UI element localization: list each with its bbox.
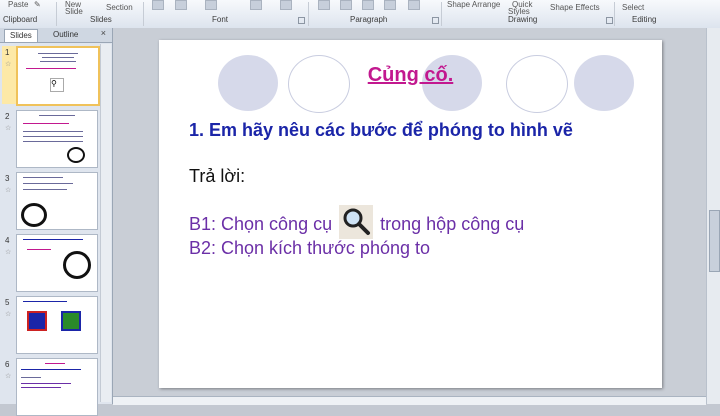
group-editing: Editing <box>632 15 657 24</box>
drawing-launcher[interactable] <box>606 17 613 24</box>
align-right-button[interactable] <box>362 0 374 10</box>
slide-thumb-5[interactable]: 5 ☆ <box>2 296 98 354</box>
tab-slides[interactable]: Slides <box>4 29 38 42</box>
select-button[interactable]: Select <box>622 3 644 12</box>
paste-icon[interactable]: ✎ <box>34 0 41 9</box>
close-icon[interactable]: × <box>101 28 106 38</box>
shape-arrange-button[interactable]: Shape Arrange <box>447 0 500 9</box>
slide-thumb-1[interactable]: 1 ☆ ⚲ <box>2 46 100 106</box>
font-italic-button[interactable] <box>175 0 187 10</box>
pane-tabs: Slides Outline × <box>0 28 112 43</box>
scroll-thumb[interactable] <box>709 210 720 272</box>
slide-title[interactable]: Củng cố. <box>159 64 662 87</box>
group-clipboard: Clipboard <box>3 15 38 24</box>
pane-scrollbar[interactable] <box>100 44 111 402</box>
paste-button[interactable]: Paste <box>8 0 28 9</box>
font-launcher[interactable] <box>298 17 305 24</box>
new-slide-sub[interactable]: Slide <box>65 7 83 16</box>
shape-effects-button[interactable]: Shape Effects <box>550 3 600 12</box>
star-icon: ☆ <box>5 61 12 68</box>
font-color-button[interactable] <box>250 0 262 10</box>
step-1-pre: B1: Chọn công cụ <box>189 213 333 234</box>
font-size-button[interactable] <box>280 0 292 10</box>
paragraph-launcher[interactable] <box>432 17 439 24</box>
slides-pane: Slides Outline × 1 ☆ ⚲ 2 ☆ 3 ☆ 4 ☆ 5 ☆ 6… <box>0 28 113 416</box>
font-underline-button[interactable] <box>205 0 217 10</box>
answer-label[interactable]: Trả lời: <box>189 166 245 187</box>
slide-thumb-2[interactable]: 2 ☆ <box>2 110 98 168</box>
ribbon: Paste ✎ New Slide Section Clipboard Slid… <box>0 0 720 29</box>
question-text[interactable]: 1. Em hãy nêu các bước để phóng to hình … <box>189 120 573 141</box>
step-2[interactable]: B2: Chọn kích thước phóng to <box>189 238 430 259</box>
align-left-button[interactable] <box>318 0 330 10</box>
font-bold-button[interactable] <box>152 0 164 10</box>
slide-thumb-6[interactable]: 6 ☆ <box>2 358 98 416</box>
group-paragraph: Paragraph <box>350 15 388 24</box>
group-font: Font <box>212 15 229 24</box>
step-1[interactable]: B1: Chọn công cụ trong hộp công cụ <box>189 205 525 242</box>
justify-button[interactable] <box>384 0 396 10</box>
step-1-post: trong hộp công cụ <box>380 213 525 234</box>
current-slide[interactable]: Củng cố. 1. Em hãy nêu các bước để phóng… <box>159 40 662 388</box>
section-button[interactable]: Section <box>106 3 133 12</box>
group-slides: Slides <box>90 15 112 24</box>
slide-thumb-3[interactable]: 3 ☆ <box>2 172 98 230</box>
tab-outline[interactable]: Outline <box>48 29 83 41</box>
group-drawing: Drawing <box>508 15 538 24</box>
editor-scrollbar[interactable] <box>706 28 720 404</box>
slide-thumb-4[interactable]: 4 ☆ <box>2 234 98 292</box>
columns-button[interactable] <box>408 0 420 10</box>
align-center-button[interactable] <box>340 0 352 10</box>
magnifier-icon <box>339 205 374 239</box>
